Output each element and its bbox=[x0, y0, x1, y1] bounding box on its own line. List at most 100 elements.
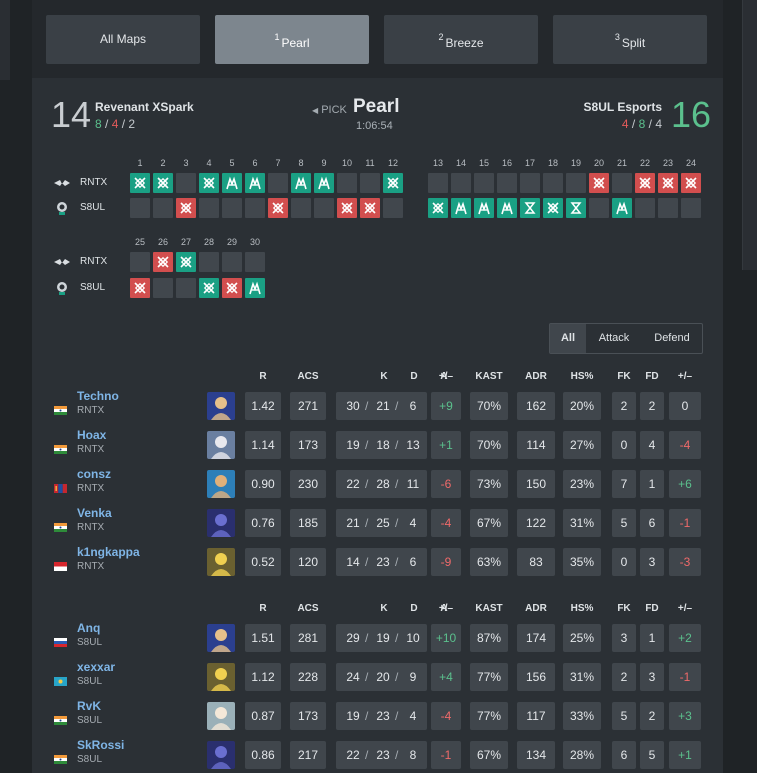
player-name[interactable]: k1ngkappa bbox=[77, 545, 140, 559]
team2-round-cell[interactable] bbox=[360, 198, 380, 218]
team1-round-cell[interactable] bbox=[222, 173, 242, 193]
team1-round-cell[interactable] bbox=[566, 173, 586, 193]
team1-round-cell[interactable] bbox=[245, 173, 265, 193]
team2-round-cell[interactable] bbox=[199, 278, 219, 298]
team1-round-cell[interactable] bbox=[199, 173, 219, 193]
team2-round-cell[interactable] bbox=[314, 198, 334, 218]
team1-round-cell[interactable] bbox=[474, 173, 494, 193]
team1-round-cell[interactable] bbox=[428, 173, 448, 193]
team1-round-cell[interactable] bbox=[245, 252, 265, 272]
stat-pm: -6 bbox=[431, 470, 461, 498]
round-number: 16 bbox=[501, 158, 512, 168]
team1-round-cell[interactable] bbox=[222, 252, 242, 272]
stat-header-d: D bbox=[410, 603, 418, 614]
spike-defuse-icon bbox=[593, 177, 605, 189]
team1-round-cell[interactable] bbox=[153, 173, 173, 193]
team1-round-cell[interactable] bbox=[543, 173, 563, 193]
team2-round-cell[interactable] bbox=[337, 198, 357, 218]
team2-round-cell[interactable] bbox=[245, 198, 265, 218]
team1-round-cell[interactable] bbox=[383, 173, 403, 193]
team2-round-cell[interactable] bbox=[383, 198, 403, 218]
team1-round-cell[interactable] bbox=[589, 173, 609, 193]
team2-round-cell[interactable] bbox=[153, 278, 173, 298]
team1-round-cell[interactable] bbox=[153, 252, 173, 272]
player-name[interactable]: RvK bbox=[77, 699, 101, 713]
team1-round-cell[interactable] bbox=[451, 173, 471, 193]
team2-round-cell[interactable] bbox=[199, 198, 219, 218]
team1-round-cell[interactable] bbox=[291, 173, 311, 193]
team2-round-cell[interactable] bbox=[153, 198, 173, 218]
stat-hs: 31% bbox=[563, 509, 601, 537]
team2-round-cell[interactable] bbox=[474, 198, 494, 218]
player-name[interactable]: xexxar bbox=[77, 660, 115, 674]
round-number: 26 bbox=[157, 237, 168, 247]
stat-kast: 63% bbox=[470, 548, 508, 576]
player-name[interactable]: Venka bbox=[77, 506, 112, 520]
team2-round-cell[interactable] bbox=[268, 198, 288, 218]
team1-round-cell[interactable] bbox=[199, 252, 219, 272]
tab-number: 1 bbox=[274, 32, 280, 42]
team1-round-cell[interactable] bbox=[520, 173, 540, 193]
team1-round-cell[interactable] bbox=[314, 173, 334, 193]
team2-round-cell[interactable] bbox=[658, 198, 678, 218]
team2-round-cell[interactable] bbox=[681, 198, 701, 218]
team2-round-cell[interactable] bbox=[589, 198, 609, 218]
stat-kda: 22 28 11 / / bbox=[336, 470, 427, 498]
team2-round-cell[interactable] bbox=[291, 198, 311, 218]
team2-round-cell[interactable] bbox=[245, 278, 265, 298]
stat-kast: 73% bbox=[470, 470, 508, 498]
filter-defend-button[interactable]: Defend bbox=[642, 324, 702, 353]
team2-round-cell[interactable] bbox=[222, 278, 242, 298]
team1-round-cell[interactable] bbox=[268, 173, 288, 193]
team2-round-cell[interactable] bbox=[497, 198, 517, 218]
team1-atk: 8 bbox=[95, 117, 102, 131]
team2-round-cell[interactable] bbox=[566, 198, 586, 218]
tab-split[interactable]: 3 Split bbox=[553, 15, 707, 64]
team1-round-cell[interactable] bbox=[497, 173, 517, 193]
team2-round-cell[interactable] bbox=[612, 198, 632, 218]
filter-attack-button[interactable]: Attack bbox=[586, 324, 642, 353]
team2-round-cell[interactable] bbox=[543, 198, 563, 218]
stat-header-pm: +/– bbox=[438, 371, 454, 382]
team1-round-cell[interactable] bbox=[130, 252, 150, 272]
team2-round-cell[interactable] bbox=[635, 198, 655, 218]
tab-breeze[interactable]: 2 Breeze bbox=[384, 15, 538, 64]
tab-all-maps[interactable]: All Maps bbox=[46, 15, 200, 64]
stat-a: 8 bbox=[409, 748, 417, 762]
right-scroll-rail[interactable] bbox=[742, 0, 757, 270]
team2-round-cell[interactable] bbox=[222, 198, 242, 218]
team2-round-cell[interactable] bbox=[428, 198, 448, 218]
team2-round-cell[interactable] bbox=[176, 278, 196, 298]
spike-defuse-icon bbox=[272, 202, 284, 214]
agent-killjoy-icon bbox=[207, 663, 235, 691]
team2-name[interactable]: S8UL Esports bbox=[584, 100, 662, 114]
team1-name[interactable]: Revenant XSpark bbox=[95, 100, 194, 114]
player-name[interactable]: SkRossi bbox=[77, 738, 124, 752]
team1-round-cell[interactable] bbox=[658, 173, 678, 193]
team2-round-cell[interactable] bbox=[451, 198, 471, 218]
filter-all-button[interactable]: All bbox=[550, 324, 586, 353]
player-name[interactable]: Hoax bbox=[77, 428, 106, 442]
team2-round-cell[interactable] bbox=[130, 198, 150, 218]
team2-round-cell[interactable] bbox=[130, 278, 150, 298]
tab-pearl[interactable]: 1 Pearl bbox=[215, 15, 369, 64]
round-number: 25 bbox=[134, 237, 145, 247]
team1-round-cell[interactable] bbox=[681, 173, 701, 193]
team1-round-cell[interactable] bbox=[612, 173, 632, 193]
player-name[interactable]: consz bbox=[77, 467, 111, 481]
player-name[interactable]: Anq bbox=[77, 621, 100, 635]
player-name[interactable]: Techno bbox=[77, 389, 119, 403]
stat-acs: 185 bbox=[290, 509, 326, 537]
spike-defuse-icon bbox=[685, 177, 697, 189]
team1-round-cell[interactable] bbox=[360, 173, 380, 193]
team2-round-cell[interactable] bbox=[176, 198, 196, 218]
stat-header-hs: HS% bbox=[570, 371, 594, 382]
stat-kda: 21 25 4 / / bbox=[336, 509, 427, 537]
team1-round-cell[interactable] bbox=[635, 173, 655, 193]
team2-round-cell[interactable] bbox=[520, 198, 540, 218]
team1-round-cell[interactable] bbox=[176, 252, 196, 272]
team1-round-cell[interactable] bbox=[337, 173, 357, 193]
team1-round-cell[interactable] bbox=[176, 173, 196, 193]
team1-round-cell[interactable] bbox=[130, 173, 150, 193]
round-number: 27 bbox=[180, 237, 191, 247]
